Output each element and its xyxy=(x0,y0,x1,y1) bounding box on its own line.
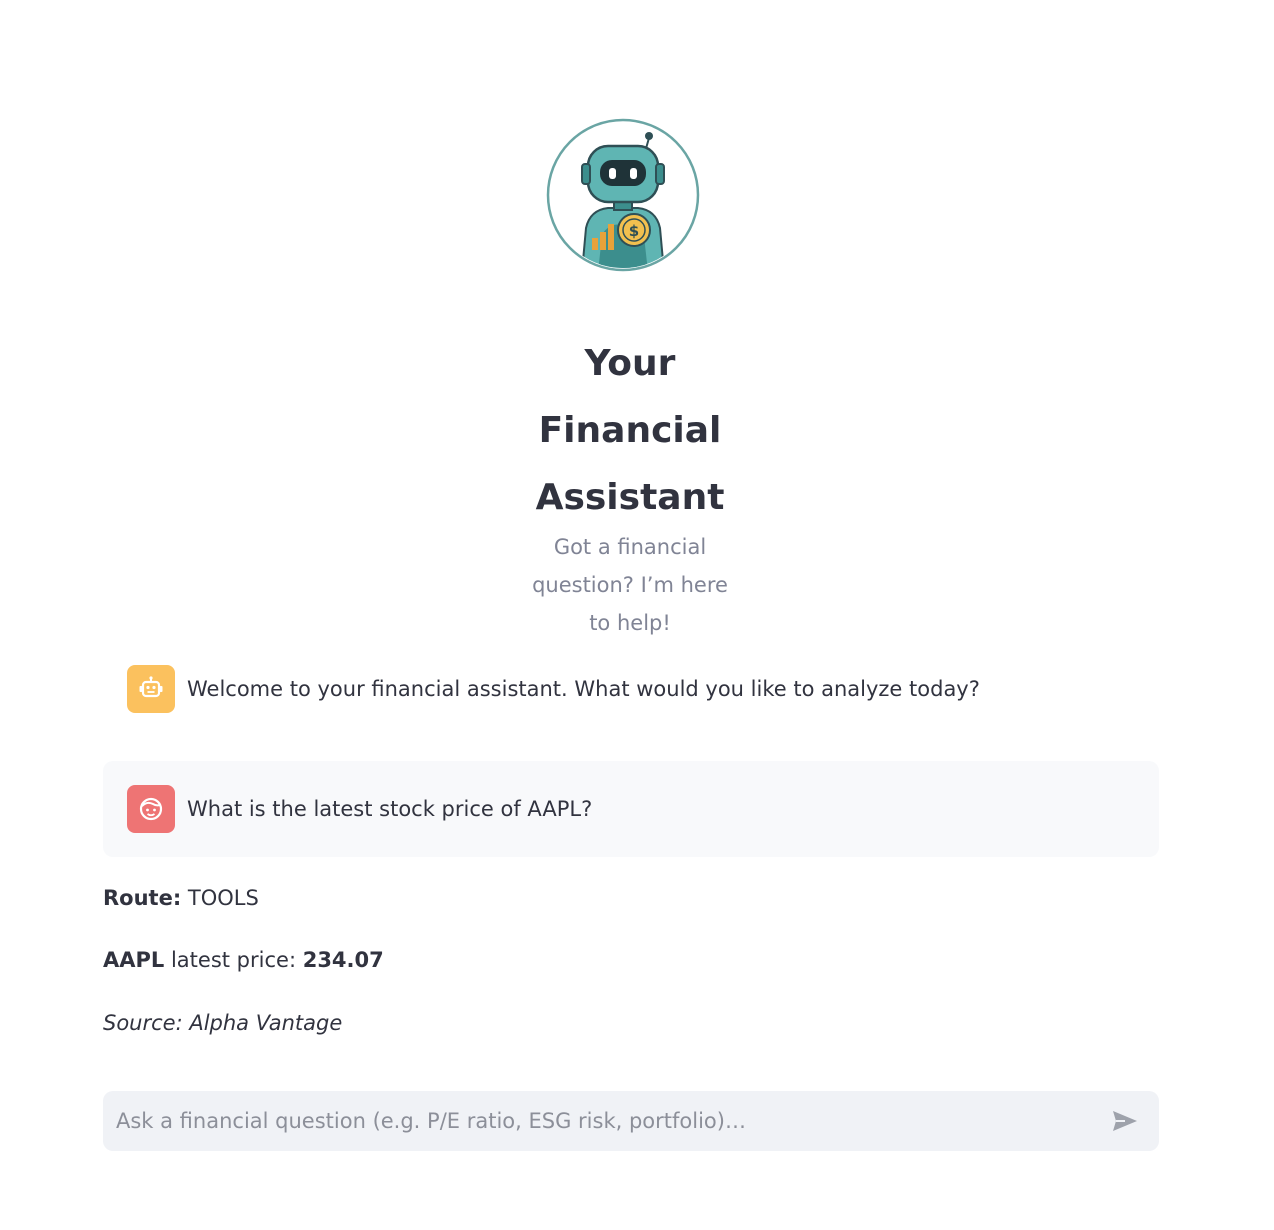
svg-text:$: $ xyxy=(629,222,639,240)
title-line: Financial xyxy=(538,410,722,451)
robot-icon xyxy=(127,665,175,713)
send-icon xyxy=(1113,1111,1137,1131)
app-root: $ Your Financial Assistant Got a financi… xyxy=(0,0,1274,1230)
title-line: Your xyxy=(584,343,676,384)
ticker-symbol: AAPL xyxy=(103,948,165,972)
robot-finance-logo-icon: $ xyxy=(546,118,700,272)
route-label: Route: xyxy=(103,886,182,910)
subtitle-line: Got a financial xyxy=(553,535,707,559)
assistant-message: Welcome to your financial assistant. Wha… xyxy=(103,664,1159,714)
price-value: 234.07 xyxy=(302,948,384,972)
user-message-text: What is the latest stock price of AAPL? xyxy=(187,797,593,821)
user-message: What is the latest stock price of AAPL? xyxy=(103,761,1159,857)
chat-input-container xyxy=(103,1091,1159,1151)
page-title: Your Financial Assistant xyxy=(530,330,730,531)
assistant-message-text: Welcome to your financial assistant. Wha… xyxy=(187,677,980,701)
chat-input[interactable] xyxy=(103,1091,1103,1151)
subtitle-line: to help! xyxy=(589,611,671,635)
source-line: Source: Alpha Vantage xyxy=(103,1011,343,1035)
send-button[interactable] xyxy=(1103,1099,1147,1143)
price-line: AAPL latest price: 234.07 xyxy=(103,948,384,972)
subtitle-line: question? I’m here xyxy=(532,573,728,597)
price-label: latest price: xyxy=(170,948,297,972)
title-line: Assistant xyxy=(535,477,725,518)
page-subtitle: Got a financial question? I’m here to he… xyxy=(520,528,740,642)
route-value: TOOLS xyxy=(187,886,259,910)
route-line: Route: TOOLS xyxy=(103,886,259,910)
user-face-icon xyxy=(127,785,175,833)
